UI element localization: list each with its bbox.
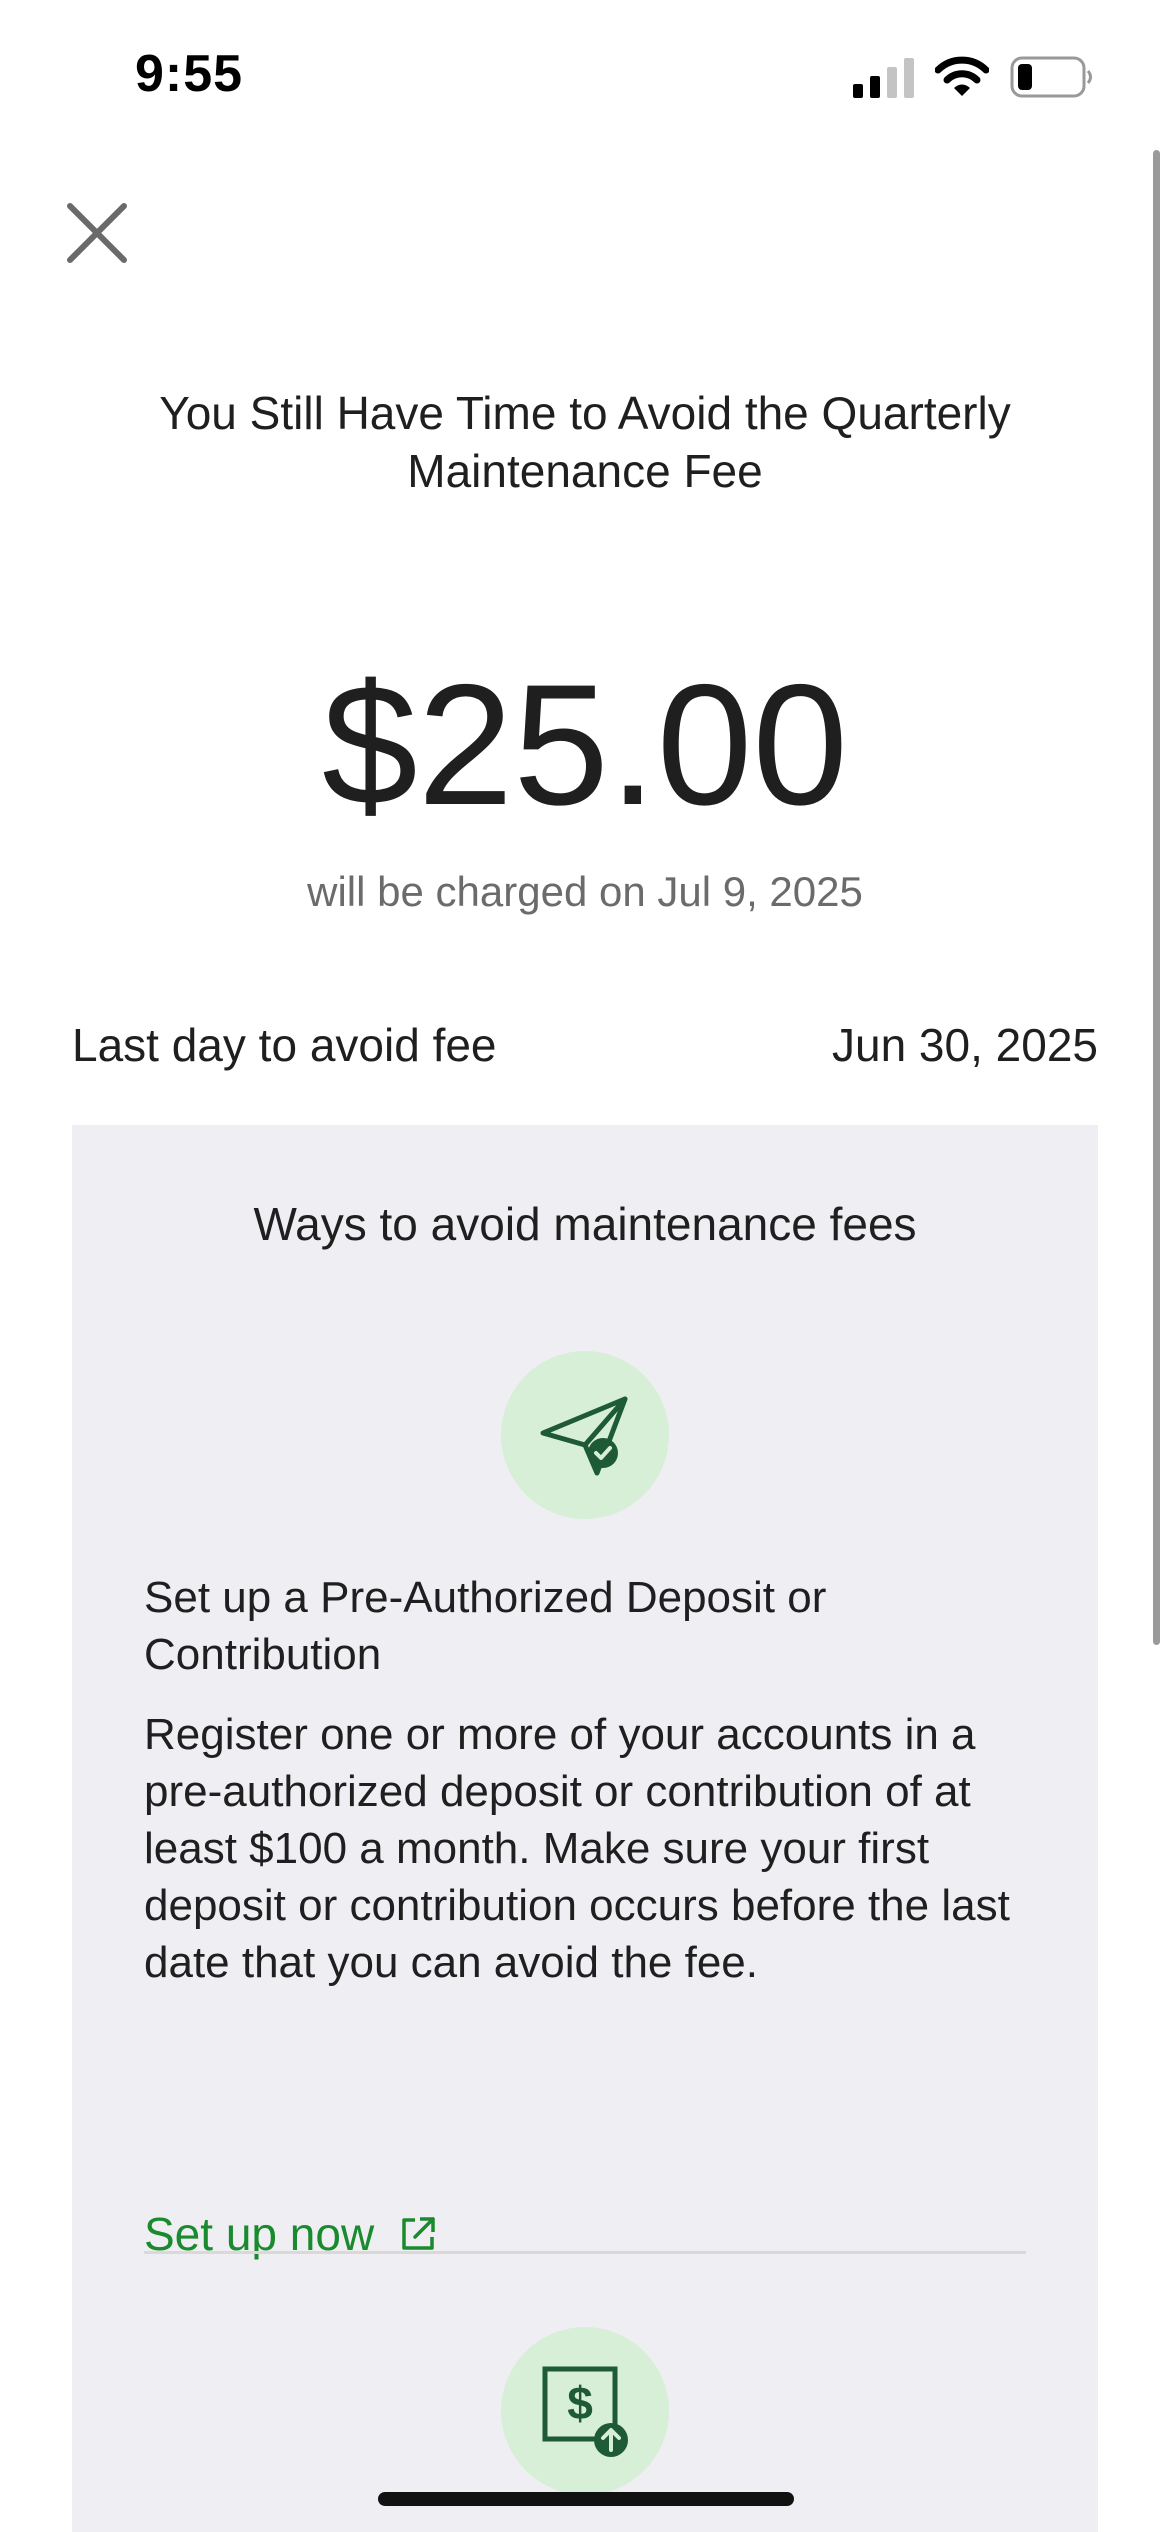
close-icon[interactable] — [62, 198, 132, 268]
status-time: 9:55 — [135, 45, 244, 103]
deadline-row: Last day to avoid fee Jun 30, 2025 — [72, 1018, 1098, 1082]
svg-text:$: $ — [567, 2377, 593, 2429]
page-title: You Still Have Time to Avoid the Quarter… — [159, 387, 1011, 497]
paper-plane-check-icon — [501, 1351, 669, 1519]
deadline-date: Jun 30, 2025 — [831, 1019, 1098, 1071]
status-bar: 9:55 — [0, 0, 1170, 150]
external-link-icon — [402, 2217, 435, 2250]
ways-to-avoid-panel: Ways to avoid maintenance fees Set up a … — [72, 1125, 1098, 2532]
wifi-icon — [935, 56, 989, 96]
home-indicator[interactable] — [378, 2492, 794, 2506]
fee-amount: $25.00 — [321, 649, 849, 841]
panel-title: Ways to avoid maintenance fees — [253, 1198, 917, 1250]
divider — [144, 2251, 1026, 2254]
deadline-label: Last day to avoid fee — [72, 1019, 497, 1071]
option-description: Register one or more of your accounts in… — [144, 1710, 1010, 1987]
battery-icon — [1010, 56, 1092, 98]
option-title: Set up a Pre-Authorized Deposit or Contr… — [144, 1573, 827, 1679]
dollar-deposit-icon: $ — [501, 2327, 669, 2495]
charge-date-note: will be charged on Jul 9, 2025 — [307, 868, 863, 915]
signal-icon — [853, 58, 914, 98]
